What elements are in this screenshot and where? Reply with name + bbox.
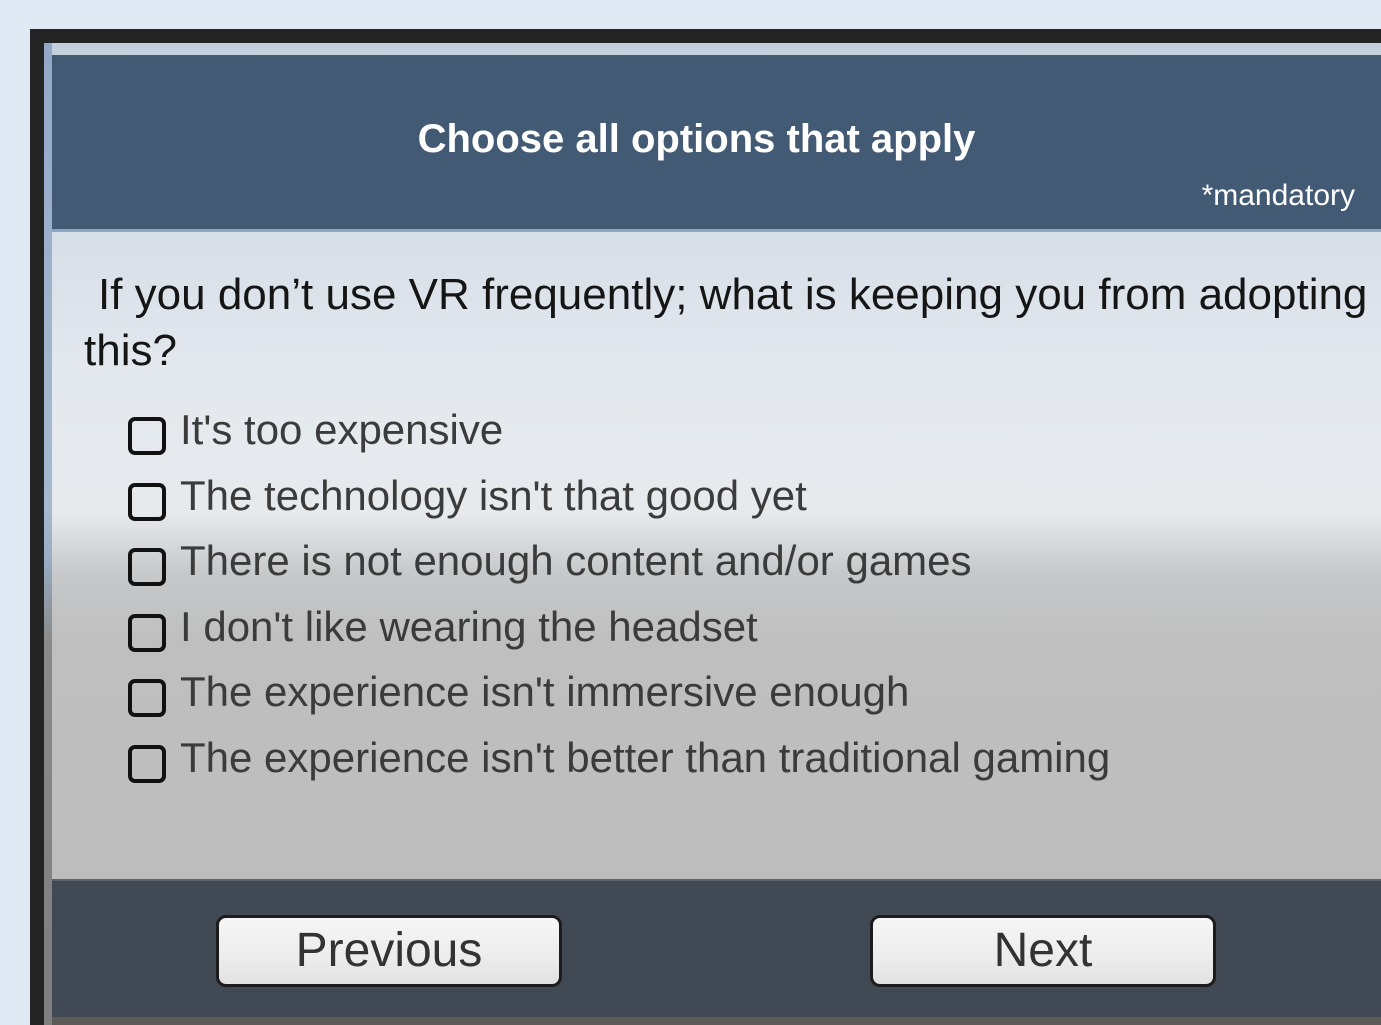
survey-window-frame: Choose all options that apply *mandatory… bbox=[30, 29, 1381, 1025]
survey-panel: Choose all options that apply *mandatory… bbox=[44, 43, 1381, 1025]
option-item[interactable]: There is not enough content and/or games bbox=[128, 532, 1110, 598]
option-checkbox[interactable] bbox=[128, 679, 166, 717]
navigation-footer: Previous Next bbox=[52, 879, 1381, 1025]
survey-header: Choose all options that apply *mandatory bbox=[52, 55, 1381, 232]
option-item[interactable]: The experience isn't better than traditi… bbox=[128, 729, 1110, 795]
option-item[interactable]: It's too expensive bbox=[128, 401, 1110, 467]
next-button[interactable]: Next bbox=[870, 915, 1216, 987]
mandatory-note: *mandatory bbox=[1201, 179, 1355, 212]
option-checkbox[interactable] bbox=[128, 613, 166, 652]
option-label[interactable]: The experience isn't better than traditi… bbox=[180, 734, 1110, 782]
footer-bottom-strip bbox=[52, 1017, 1381, 1025]
question-text: If you don’t use VR frequently; what is … bbox=[84, 270, 1368, 375]
option-checkbox[interactable] bbox=[128, 548, 166, 586]
option-label[interactable]: There is not enough content and/or games bbox=[180, 537, 972, 585]
option-label[interactable]: It's too expensive bbox=[180, 406, 503, 454]
header-title: Choose all options that apply bbox=[417, 117, 976, 161]
option-checkbox[interactable] bbox=[128, 482, 166, 521]
option-label[interactable]: I don't like wearing the headset bbox=[180, 603, 758, 651]
option-label[interactable]: The technology isn't that good yet bbox=[180, 472, 807, 520]
option-item[interactable]: The experience isn't immersive enough bbox=[128, 663, 1110, 729]
option-checkbox[interactable] bbox=[128, 417, 166, 455]
option-checkbox[interactable] bbox=[128, 744, 166, 783]
option-item[interactable]: The technology isn't that good yet bbox=[128, 467, 1110, 533]
option-label[interactable]: The experience isn't immersive enough bbox=[180, 668, 909, 716]
previous-button[interactable]: Previous bbox=[216, 915, 562, 987]
options-list: It's too expensive The technology isn't … bbox=[128, 401, 1110, 794]
option-item[interactable]: I don't like wearing the headset bbox=[128, 598, 1110, 664]
